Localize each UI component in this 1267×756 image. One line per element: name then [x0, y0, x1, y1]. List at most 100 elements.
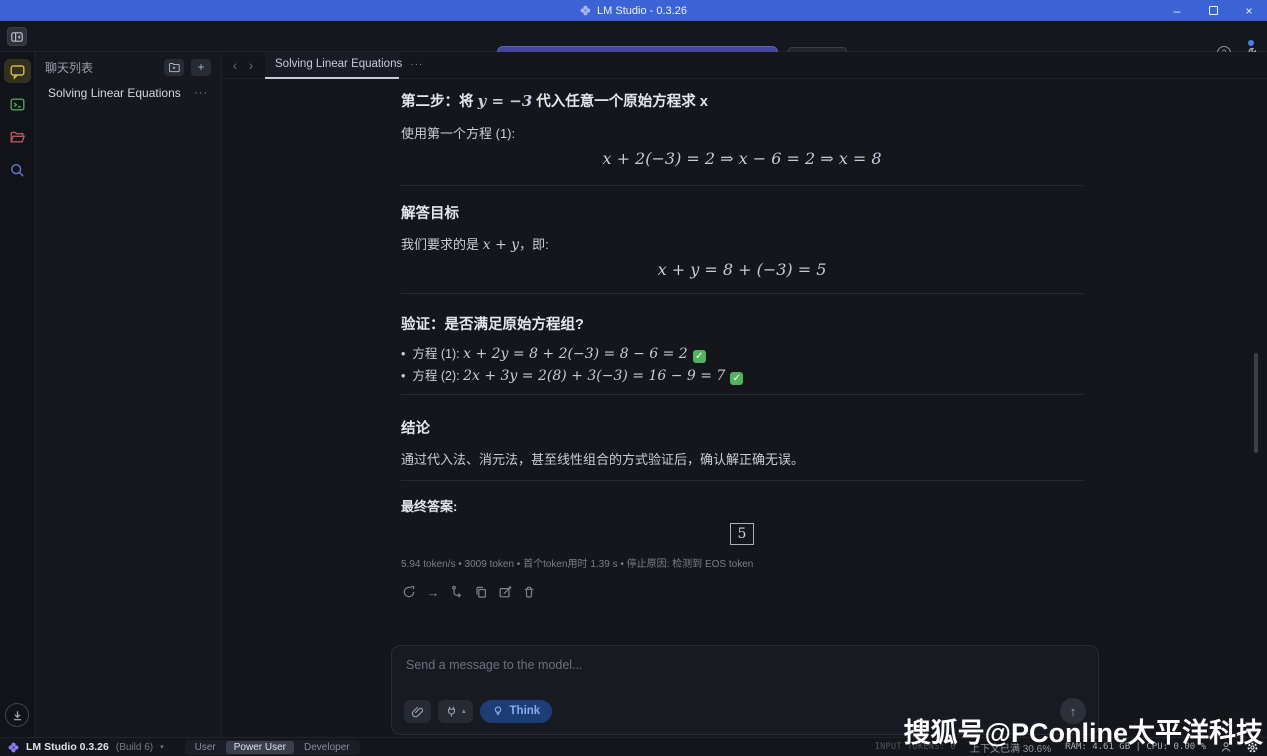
step-heading-math: y = −3: [478, 92, 533, 110]
titlebar: LM Studio - 0.3.26 – ×: [0, 0, 1267, 21]
plus-icon: +: [197, 60, 204, 74]
use-equation-paragraph: 使用第一个方程 (1):: [401, 123, 1083, 142]
chat-list-title: 聊天列表: [45, 59, 157, 76]
tab-menu-icon[interactable]: ···: [410, 59, 423, 70]
branch-icon: [450, 585, 464, 599]
continue-arrow-icon: →: [427, 585, 440, 600]
caret-up-icon: ▴: [462, 707, 466, 715]
regenerate-icon: [402, 585, 416, 599]
goal-tail: ，即:: [519, 237, 549, 252]
statusbar-app-version[interactable]: LM Studio 0.3.26: [26, 741, 109, 753]
statusbar-build: (Build 6): [116, 742, 153, 753]
verify-item-text: 方程 (2): 2x + 3y = 2(8) + 3(−3) = 16 − 9 …: [412, 365, 743, 384]
lmstudio-logo-icon: [580, 5, 591, 16]
lightbulb-icon: [492, 705, 504, 717]
window-title: LM Studio - 0.3.26: [597, 5, 687, 17]
user-mode-switch: User Power User Developer: [185, 740, 360, 755]
panel-left-icon: [10, 30, 24, 44]
window-controls: – ×: [1159, 0, 1267, 21]
continue-button[interactable]: →: [425, 584, 441, 600]
nav-chat-button[interactable]: [4, 59, 31, 83]
new-chat-button[interactable]: +: [191, 59, 211, 76]
mode-user[interactable]: User: [187, 741, 224, 754]
bullet-icon: •: [401, 369, 405, 383]
plug-icon: [445, 705, 458, 718]
copy-button[interactable]: [473, 584, 489, 600]
think-label: Think: [510, 705, 541, 717]
final-answer-label: 最终答案:: [401, 496, 1083, 515]
chat-list-panel: 聊天列表 + Solving Linear Equations ···: [35, 52, 222, 737]
left-rail: [0, 52, 35, 737]
maximize-icon: [1209, 6, 1218, 15]
chat-list-item[interactable]: Solving Linear Equations ···: [35, 82, 221, 104]
conclusion-heading: 结论: [401, 417, 1083, 438]
nav-developer-button[interactable]: [4, 92, 31, 116]
minimize-icon: –: [1174, 4, 1181, 18]
chat-item-label: Solving Linear Equations: [48, 86, 181, 100]
close-icon: ×: [1245, 4, 1252, 18]
tab-bar: ‹ › Solving Linear Equations ···: [222, 52, 1267, 79]
verify-item-text: 方程 (1): x + 2y = 8 + 2(−3) = 8 − 6 = 2✓: [412, 343, 705, 362]
chevron-left-icon: ‹: [233, 57, 238, 73]
chat-body: 第二步：将 y = −3 代入任意一个原始方程求 x 使用第一个方程 (1): …: [222, 79, 1267, 737]
goal-heading: 解答目标: [401, 202, 1083, 223]
step-heading-tail: 代入任意一个原始方程求 x: [532, 94, 708, 110]
window-title-group: LM Studio - 0.3.26: [580, 5, 687, 17]
final-answer-line: 5: [401, 523, 1083, 545]
tab-forward-button[interactable]: ›: [243, 55, 259, 75]
nav-my-models-button[interactable]: [4, 125, 31, 149]
paperclip-icon: [411, 705, 424, 718]
minimize-button[interactable]: –: [1159, 0, 1195, 21]
main-area: ‹ › Solving Linear Equations ··· 第二步：将 y…: [222, 52, 1267, 737]
terminal-icon: [9, 96, 26, 113]
lmstudio-logo-icon: [8, 742, 19, 753]
copy-icon: [474, 585, 488, 599]
mode-power-user[interactable]: Power User: [226, 741, 294, 754]
folder-icon: [9, 129, 26, 146]
mode-developer[interactable]: Developer: [296, 741, 358, 754]
tab-label: Solving Linear Equations: [275, 58, 402, 70]
step-heading-text: 第二步：将: [401, 94, 478, 110]
message-input[interactable]: [406, 658, 1084, 692]
maximize-button[interactable]: [1195, 0, 1231, 21]
plugins-button[interactable]: ▴: [438, 700, 473, 723]
check-icon: ✓: [730, 372, 743, 385]
close-button[interactable]: ×: [1231, 0, 1267, 21]
bullet-icon: •: [401, 347, 405, 361]
tab-back-button[interactable]: ‹: [227, 55, 243, 75]
chat-bubble-icon: [9, 63, 26, 80]
delete-button[interactable]: [521, 584, 537, 600]
section-divider: [401, 480, 1083, 481]
goal-math: x + y: [483, 237, 519, 253]
attach-file-button[interactable]: [404, 700, 431, 723]
generation-stats: 5.94 token/s • 3009 token • 首个token用时 1.…: [401, 555, 1083, 570]
tab-solving-linear-equations[interactable]: Solving Linear Equations ···: [265, 52, 399, 79]
download-icon: [11, 709, 24, 722]
final-answer-box: 5: [730, 523, 755, 545]
chevron-down-icon: ▾: [160, 743, 164, 751]
verify-list-item-2: • 方程 (2): 2x + 3y = 2(8) + 3(−3) = 16 − …: [401, 365, 1083, 384]
watermark-text: 搜狐号@PConline太平洋科技: [904, 711, 1263, 750]
toolbar: qwen/qwen3-14b ▾ Eject ?: [0, 21, 1267, 52]
chevron-right-icon: ›: [249, 57, 254, 73]
think-toggle-button[interactable]: Think: [480, 700, 553, 723]
goal-text: 我们要求的是: [401, 237, 483, 252]
branch-button[interactable]: [449, 584, 465, 600]
sidebar-toggle-button[interactable]: [7, 27, 27, 46]
step-heading: 第二步：将 y = −3 代入任意一个原始方程求 x: [401, 90, 1083, 111]
verify-list-item-1: • 方程 (1): x + 2y = 8 + 2(−3) = 8 − 6 = 2…: [401, 343, 1083, 362]
message-actions: →: [401, 584, 1083, 600]
scrollbar-thumb[interactable]: [1254, 353, 1258, 453]
new-folder-button[interactable]: [164, 59, 184, 76]
notification-dot: [1248, 40, 1254, 46]
chat-list-header: 聊天列表 +: [35, 52, 221, 82]
section-divider: [401, 185, 1083, 186]
downloads-button[interactable]: [5, 703, 29, 727]
edit-button[interactable]: [497, 584, 513, 600]
app-body: 聊天列表 + Solving Linear Equations ··· ‹ › …: [0, 52, 1267, 737]
section-divider: [401, 293, 1083, 294]
regenerate-button[interactable]: [401, 584, 417, 600]
section-divider: [401, 394, 1083, 395]
chat-item-menu-icon[interactable]: ···: [194, 87, 208, 99]
nav-discover-button[interactable]: [4, 158, 31, 182]
